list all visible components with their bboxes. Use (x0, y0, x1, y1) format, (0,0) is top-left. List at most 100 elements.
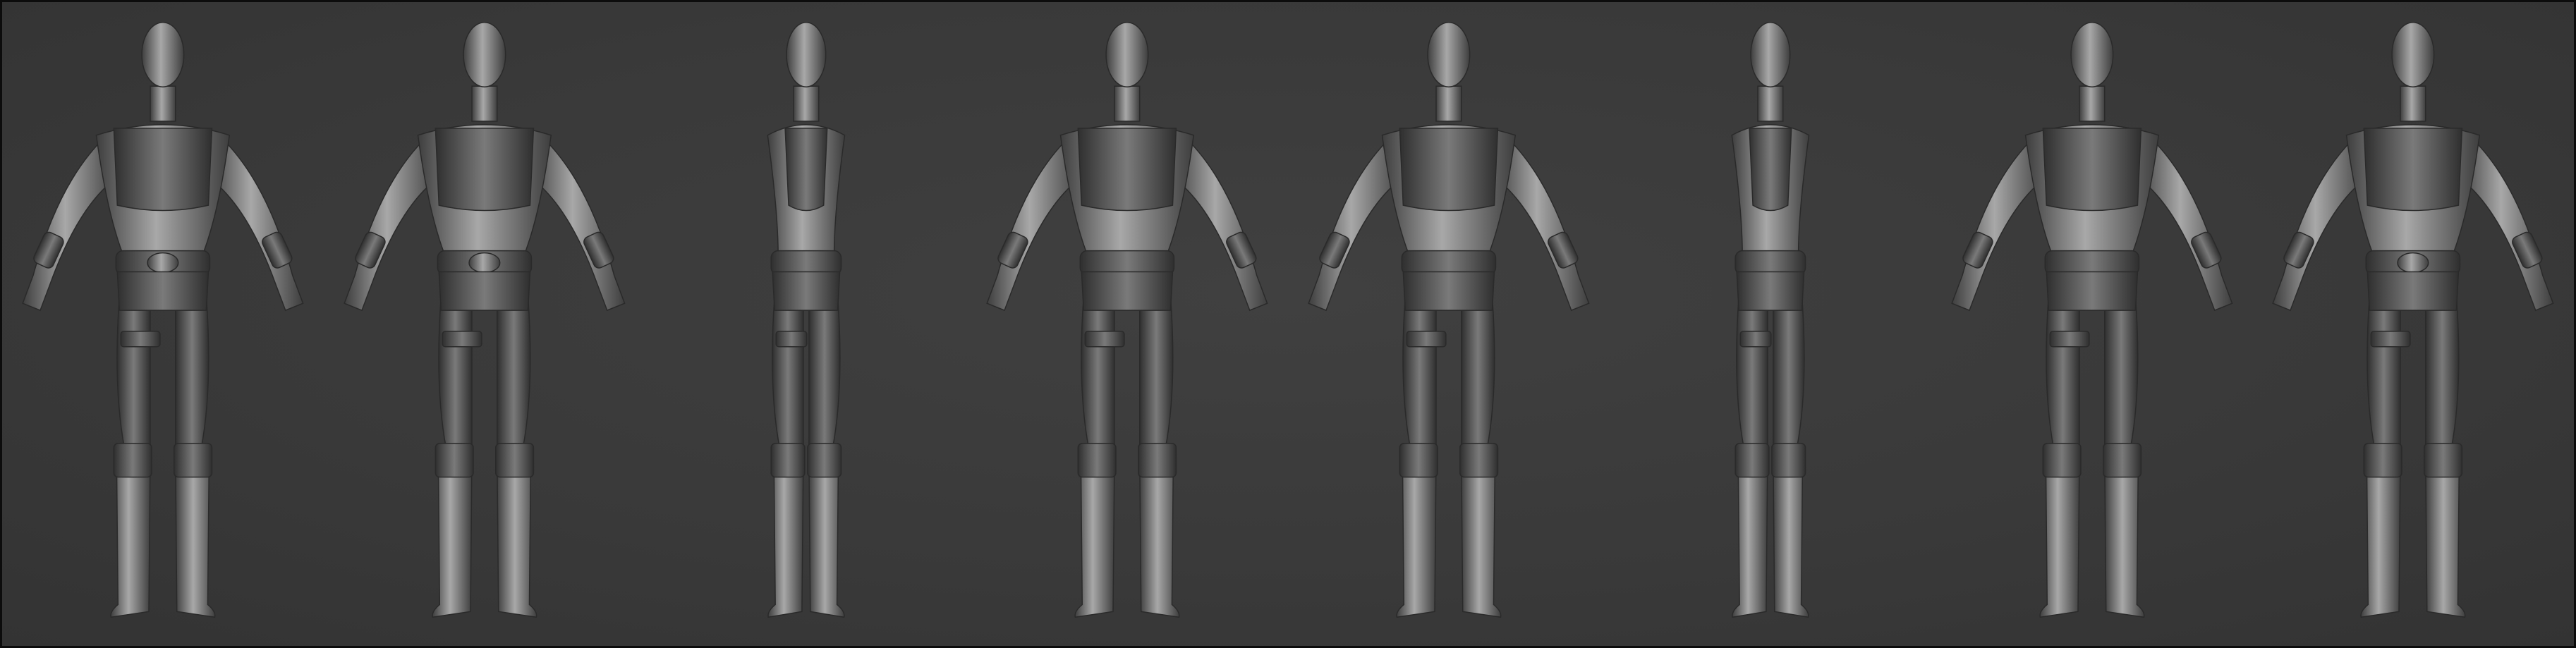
left-boot (1396, 457, 1437, 618)
figure-side-left (766, 22, 845, 618)
right-leg (175, 295, 209, 458)
right-boot (2103, 457, 2144, 618)
left-leg (1735, 295, 1768, 458)
left-boot-cuff (2042, 443, 2082, 478)
figure-front (22, 22, 304, 618)
left-boot-cuff (2363, 443, 2402, 478)
figure-back-three-quarter-left (986, 22, 1268, 618)
right-boot (496, 457, 537, 618)
right-boot-cuff (1459, 443, 1499, 478)
neck (470, 85, 498, 122)
right-boot (1772, 457, 1809, 618)
belt (1401, 250, 1497, 276)
thigh-band (1084, 331, 1125, 348)
neck (1114, 85, 1141, 122)
thigh-band (2370, 331, 2411, 348)
right-boot (808, 457, 845, 618)
figure-view-front (2, 2, 324, 646)
chest-harness (2042, 128, 2141, 212)
neck (2078, 85, 2106, 122)
head (2070, 22, 2113, 87)
figure-view-back-three-quarter-left (966, 2, 1288, 646)
chest-harness (113, 128, 213, 212)
right-boot-cuff (806, 443, 842, 478)
right-boot-cuff (2102, 443, 2141, 478)
figure-front-three-quarter-right (2272, 22, 2554, 618)
chest-harness (435, 128, 534, 212)
figure-back-three-quarter-right (1950, 22, 2233, 618)
pelvis (1402, 271, 1495, 311)
left-boot-cuff (1734, 443, 1770, 478)
head (1427, 22, 1471, 87)
right-boot (2425, 457, 2466, 618)
render-viewport (0, 0, 2576, 648)
chest-harness (1749, 128, 1792, 212)
figure-view-front-three-quarter-left (324, 2, 645, 646)
right-boot-cuff (1770, 443, 1806, 478)
belt (770, 250, 842, 276)
right-leg (2103, 295, 2139, 458)
turnaround-views (2, 2, 2574, 646)
left-leg (1081, 295, 1115, 458)
chest-harness (2363, 128, 2463, 212)
belt (2044, 250, 2139, 276)
left-boot-cuff (1077, 443, 1117, 478)
belt (1079, 250, 1175, 276)
right-leg (2425, 295, 2460, 458)
left-boot-cuff (770, 443, 806, 478)
belt-buckle (468, 252, 501, 274)
left-leg (771, 295, 804, 458)
left-boot (1731, 457, 1768, 618)
thigh-band (1739, 331, 1772, 348)
figure-view-back-three-quarter-right (1931, 2, 2253, 646)
head (141, 22, 185, 87)
left-boot (2039, 457, 2080, 618)
head (785, 22, 826, 87)
neck (150, 85, 176, 122)
figure-view-side-right (1610, 2, 1931, 646)
right-leg (808, 295, 841, 458)
thigh-band (1406, 331, 1447, 348)
right-boot-cuff (174, 443, 213, 478)
left-leg (2045, 295, 2080, 458)
thigh-band (120, 331, 161, 348)
pelvis (438, 271, 530, 311)
left-leg (437, 295, 473, 458)
right-leg (496, 295, 531, 458)
left-leg (1402, 295, 1437, 458)
pelvis (1736, 271, 1805, 311)
right-boot (1461, 457, 1502, 618)
figure-side-right (1731, 22, 1810, 618)
left-leg (2367, 295, 2401, 458)
head (2391, 22, 2435, 87)
pelvis (2367, 271, 2460, 311)
left-boot (767, 457, 804, 618)
chest-harness (784, 128, 827, 212)
chest-harness (1077, 128, 1177, 212)
head (1105, 22, 1149, 87)
neck (1756, 85, 1784, 122)
pelvis (1081, 271, 1174, 311)
right-leg (1139, 295, 1174, 458)
left-boot (1074, 457, 1115, 618)
left-boot-cuff (435, 443, 474, 478)
right-boot-cuff (2424, 443, 2463, 478)
figure-front-three-quarter-left (343, 22, 626, 618)
belt-buckle (2397, 252, 2429, 274)
head (1750, 22, 1791, 87)
left-boot-cuff (1399, 443, 1438, 478)
neck (2400, 85, 2426, 122)
thigh-band (2049, 331, 2090, 348)
chest-harness (1399, 128, 1499, 212)
thigh-band (442, 331, 482, 348)
figure-view-side-left (645, 2, 967, 646)
pelvis (116, 271, 209, 311)
right-boot-cuff (1138, 443, 1177, 478)
belt-buckle (147, 252, 179, 274)
figure-view-back (1288, 2, 1610, 646)
right-boot (175, 457, 216, 618)
right-leg (1461, 295, 1495, 458)
neck (1435, 85, 1462, 122)
head (463, 22, 506, 87)
right-leg (1772, 295, 1805, 458)
